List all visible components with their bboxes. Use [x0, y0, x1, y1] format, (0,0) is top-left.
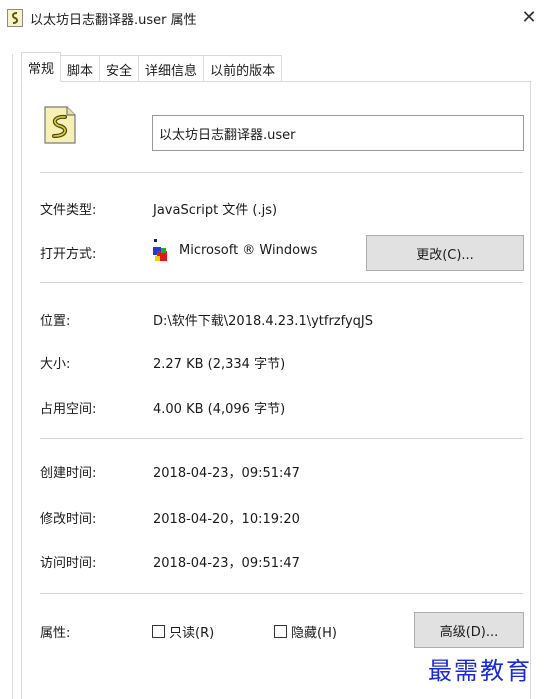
location-value: D:\软件下载\2018.4.23.1\ytfrzfyqJS — [153, 314, 374, 329]
accessed-value: 2018-04-23，09:51:47 — [153, 556, 300, 571]
attributes-label: 属性: — [40, 626, 71, 641]
accessed-label: 访问时间: — [40, 556, 97, 571]
change-button[interactable]: 更改(C)... — [366, 235, 524, 271]
file-type-label: 文件类型: — [40, 203, 97, 218]
title-bar: 以太坊日志翻译器.user 属性 ✕ — [0, 0, 550, 34]
tab-script[interactable]: 脚本 — [61, 55, 101, 82]
close-icon: ✕ — [521, 6, 537, 28]
size-value: 2.27 KB (2,334 字节) — [153, 357, 286, 372]
size-label: 大小: — [40, 357, 71, 372]
script-file-icon — [43, 106, 77, 144]
disk-size-label: 占用空间: — [40, 402, 97, 417]
readonly-checkbox[interactable]: 只读(R) — [152, 622, 214, 641]
file-name-input[interactable] — [152, 115, 524, 151]
tab-general[interactable]: 常规 — [21, 52, 62, 82]
separator — [40, 593, 523, 594]
windows-script-host-icon — [152, 239, 170, 263]
hidden-checkbox-box[interactable] — [274, 625, 287, 638]
close-button[interactable]: ✕ — [515, 4, 543, 30]
watermark: 最需教育 — [428, 657, 532, 685]
modified-value: 2018-04-20，10:19:20 — [153, 512, 300, 527]
location-label: 位置: — [40, 314, 71, 329]
separator — [40, 282, 523, 283]
separator — [40, 172, 523, 173]
open-with-label: 打开方式: — [40, 247, 97, 262]
window-title: 以太坊日志翻译器.user 属性 — [30, 13, 197, 28]
created-label: 创建时间: — [40, 466, 97, 481]
tab-strip: 常规 脚本 安全 详细信息 以前的版本 — [21, 52, 283, 82]
hidden-checkbox[interactable]: 隐藏(H) — [274, 622, 337, 641]
tab-details[interactable]: 详细信息 — [139, 55, 205, 82]
file-type-value: JavaScript 文件 (.js) — [153, 203, 278, 218]
disk-size-value: 4.00 KB (4,096 字节) — [153, 402, 286, 417]
readonly-checkbox-box[interactable] — [152, 625, 165, 638]
advanced-button[interactable]: 高级(D)... — [414, 612, 524, 648]
tab-previous-versions[interactable]: 以前的版本 — [204, 55, 283, 82]
script-file-icon — [7, 9, 23, 27]
general-panel — [21, 81, 531, 699]
tab-security[interactable]: 安全 — [100, 55, 140, 82]
modified-label: 修改时间: — [40, 512, 97, 527]
created-value: 2018-04-23，09:51:47 — [153, 466, 300, 481]
open-with-value: Microsoft ® Windows — [179, 243, 318, 258]
separator — [40, 438, 523, 439]
